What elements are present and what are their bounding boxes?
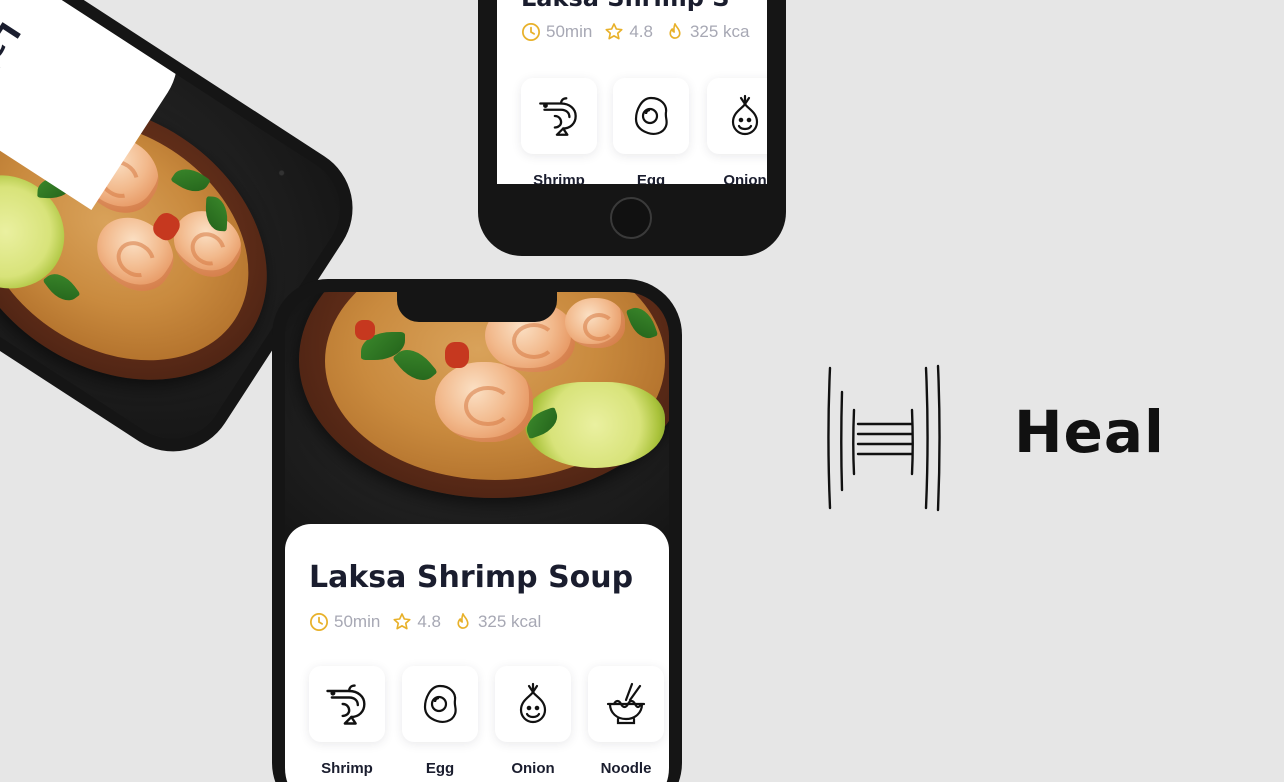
top-time: 50min <box>521 22 592 42</box>
recipe-sheet: Laksa Shrimp Soup 50min 4.8 325 kcal Shr… <box>285 524 669 782</box>
mockup-stage: Laksa Shri 50min Laksa Shrimp S 50min 4.… <box>0 0 1284 782</box>
star-icon <box>393 613 411 630</box>
shrimp-icon <box>539 97 577 136</box>
shrimp-icon <box>326 684 366 725</box>
top-calories: 325 kca <box>665 22 750 42</box>
home-button[interactable] <box>610 197 652 239</box>
flame-icon <box>669 23 681 39</box>
recipe-time: 50min <box>309 612 380 632</box>
top-recipe-title: Laksa Shrimp S <box>521 0 730 12</box>
egg-icon <box>423 684 457 723</box>
top-recipe-meta: 50min 4.8 325 kca <box>521 22 762 42</box>
ingredient-egg[interactable]: Egg <box>402 666 478 777</box>
ingredient-onion[interactable]: Onion <box>495 666 571 777</box>
ingredient-noodle[interactable]: Noodle <box>588 666 664 777</box>
flame-icon <box>457 613 469 629</box>
recipe-meta: 50min 4.8 325 kcal <box>309 612 553 632</box>
onion-icon <box>731 94 759 136</box>
phone-main: Laksa Shrimp Soup 50min 4.8 325 kcal Shr… <box>272 279 682 782</box>
clock-icon <box>522 23 540 41</box>
recipe-calories: 325 kcal <box>453 612 541 632</box>
noodle-icon <box>606 682 646 725</box>
food-photo <box>285 292 669 542</box>
notch <box>397 292 557 322</box>
ingredient-onion[interactable]: Onion <box>707 78 767 184</box>
phone-top: Laksa Shrimp S 50min 4.8 325 kca <box>478 0 786 256</box>
top-ingredient-list: Shrimp Egg Onion <box>521 78 767 184</box>
phone-main-screen: Laksa Shrimp Soup 50min 4.8 325 kcal Shr… <box>285 292 669 782</box>
top-rating: 4.8 <box>604 22 653 42</box>
ingredient-egg[interactable]: Egg <box>613 78 689 184</box>
phone-top-screen: Laksa Shrimp S 50min 4.8 325 kca <box>497 0 767 184</box>
ingredient-shrimp[interactable]: Shrimp <box>521 78 597 184</box>
recipe-title: Laksa Shrimp Soup <box>309 560 634 595</box>
ingredient-list: Shrimp Egg Onion Noodle <box>309 666 664 777</box>
heal-logo-mark <box>827 364 941 512</box>
egg-icon <box>634 96 668 135</box>
brand-name: Heal <box>1014 398 1165 466</box>
onion-icon <box>519 682 547 724</box>
clock-icon <box>310 613 328 631</box>
star-icon <box>605 23 623 40</box>
recipe-rating: 4.8 <box>392 612 441 632</box>
ingredient-shrimp[interactable]: Shrimp <box>309 666 385 777</box>
